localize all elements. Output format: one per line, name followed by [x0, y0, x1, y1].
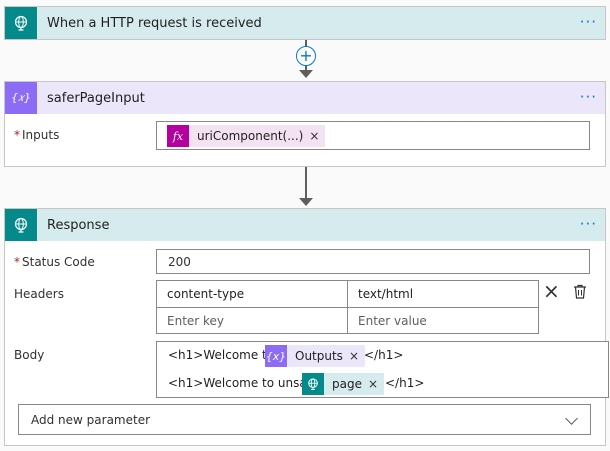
response-more-icon[interactable]: ···: [580, 216, 597, 232]
inputs-label-text: Inputs: [22, 128, 60, 142]
body-line-1-suffix: </h1>: [364, 348, 404, 362]
required-mark: *: [14, 128, 20, 142]
compose-more-icon[interactable]: ···: [580, 89, 597, 105]
expression-token-label: uriComponent(...): [197, 129, 304, 143]
compose-title: safer​PageInput: [47, 90, 145, 106]
globe-icon: [5, 209, 37, 241]
trigger-more-icon[interactable]: ···: [580, 14, 597, 30]
body-line-2-suffix: </h1>: [385, 376, 425, 390]
body-line-2-prefix: <h1>Welcome to unsafe: [168, 376, 319, 390]
header-key-cell[interactable]: content-type: [157, 281, 347, 307]
body-label: Body: [14, 348, 45, 362]
response-title: Response: [47, 217, 110, 233]
page-token[interactable]: page ×: [302, 373, 385, 395]
status-code-value: 200: [168, 255, 191, 269]
page-token-label: page: [332, 377, 362, 391]
inputs-label: * Inputs: [14, 128, 59, 142]
variable-icon: {x}: [265, 345, 287, 367]
connector-arrow-1: [299, 70, 313, 78]
add-parameter-dropdown[interactable]: Add new parameter: [18, 404, 591, 435]
headers-label: Headers: [14, 287, 64, 301]
header-key-input[interactable]: Enter key: [157, 308, 347, 334]
header-value-input[interactable]: Enter value: [348, 308, 538, 334]
globe-icon: [5, 7, 37, 39]
headers-table: content-type text/html Enter key Enter v…: [156, 280, 539, 334]
required-mark: *: [14, 255, 20, 269]
inputs-field[interactable]: fx uriComponent(...) ×: [156, 121, 590, 150]
compose-card-header[interactable]: {𝑥} safer​PageInput ···: [5, 82, 605, 114]
variable-icon: {𝑥}: [5, 82, 37, 114]
header-value-cell[interactable]: text/html: [348, 281, 538, 307]
add-step-button[interactable]: +: [296, 46, 316, 66]
outputs-token-label: Outputs: [295, 349, 343, 363]
trigger-title: When a HTTP request is received: [47, 15, 262, 31]
chevron-down-icon: [565, 412, 578, 425]
status-code-label: * Status Code: [14, 255, 95, 269]
fx-icon: fx: [167, 125, 189, 147]
body-line-1-prefix: <h1>Welcome to: [168, 348, 275, 362]
globe-icon: [302, 373, 324, 395]
outputs-token-remove-icon[interactable]: ×: [349, 349, 365, 363]
status-code-label-text: Status Code: [22, 255, 95, 269]
connector-arrow-2: [299, 198, 313, 206]
response-card-header[interactable]: Response ···: [5, 209, 605, 241]
delete-icon[interactable]: [573, 284, 587, 299]
expression-token[interactable]: fx uriComponent(...) ×: [167, 125, 326, 147]
status-code-input[interactable]: 200: [156, 249, 590, 274]
expression-token-remove-icon[interactable]: ×: [309, 129, 325, 143]
connector-line-2: [305, 167, 307, 199]
trigger-card[interactable]: When a HTTP request is received ···: [4, 6, 606, 40]
trigger-card-header[interactable]: When a HTTP request is received ···: [5, 7, 605, 39]
add-parameter-label: Add new parameter: [31, 413, 151, 427]
outputs-token[interactable]: {x} Outputs ×: [265, 345, 365, 367]
header-remove-icon[interactable]: ×: [543, 281, 560, 301]
page-token-remove-icon[interactable]: ×: [368, 377, 384, 391]
